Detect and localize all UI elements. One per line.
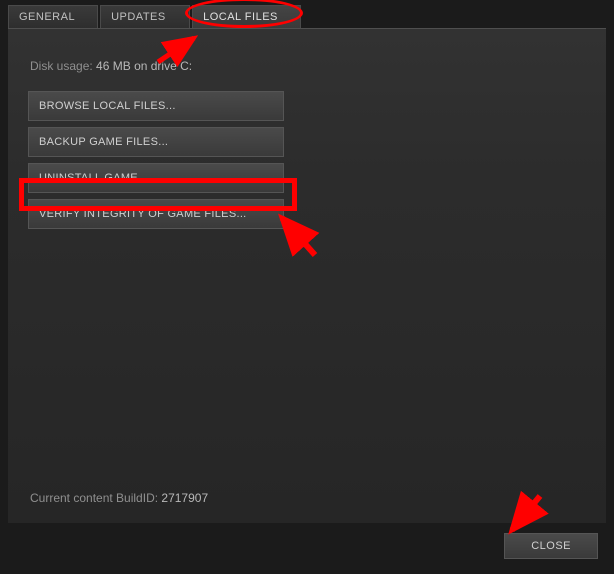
tab-bar: GENERAL UPDATES LOCAL FILES <box>0 0 614 28</box>
browse-local-files-button[interactable]: BROWSE LOCAL FILES... <box>28 91 284 121</box>
build-id-value: 2717907 <box>161 491 208 505</box>
content-panel: Disk usage: 46 MB on drive C: BROWSE LOC… <box>8 29 606 523</box>
build-id-text: Current content BuildID: 2717907 <box>30 491 208 505</box>
disk-usage-value: 46 MB on drive C: <box>96 59 192 73</box>
tab-local-files[interactable]: LOCAL FILES <box>192 5 301 28</box>
verify-integrity-button[interactable]: VERIFY INTEGRITY OF GAME FILES... <box>28 199 284 229</box>
disk-usage-text: Disk usage: 46 MB on drive C: <box>30 59 586 73</box>
build-id-label: Current content BuildID: <box>30 491 158 505</box>
disk-usage-label: Disk usage: <box>30 59 93 73</box>
tab-updates[interactable]: UPDATES <box>100 5 190 28</box>
tab-general[interactable]: GENERAL <box>8 5 98 28</box>
close-button[interactable]: CLOSE <box>504 533 598 559</box>
footer: CLOSE <box>0 523 614 569</box>
backup-game-files-button[interactable]: BACKUP GAME FILES... <box>28 127 284 157</box>
uninstall-game-button[interactable]: UNINSTALL GAME... <box>28 163 284 193</box>
